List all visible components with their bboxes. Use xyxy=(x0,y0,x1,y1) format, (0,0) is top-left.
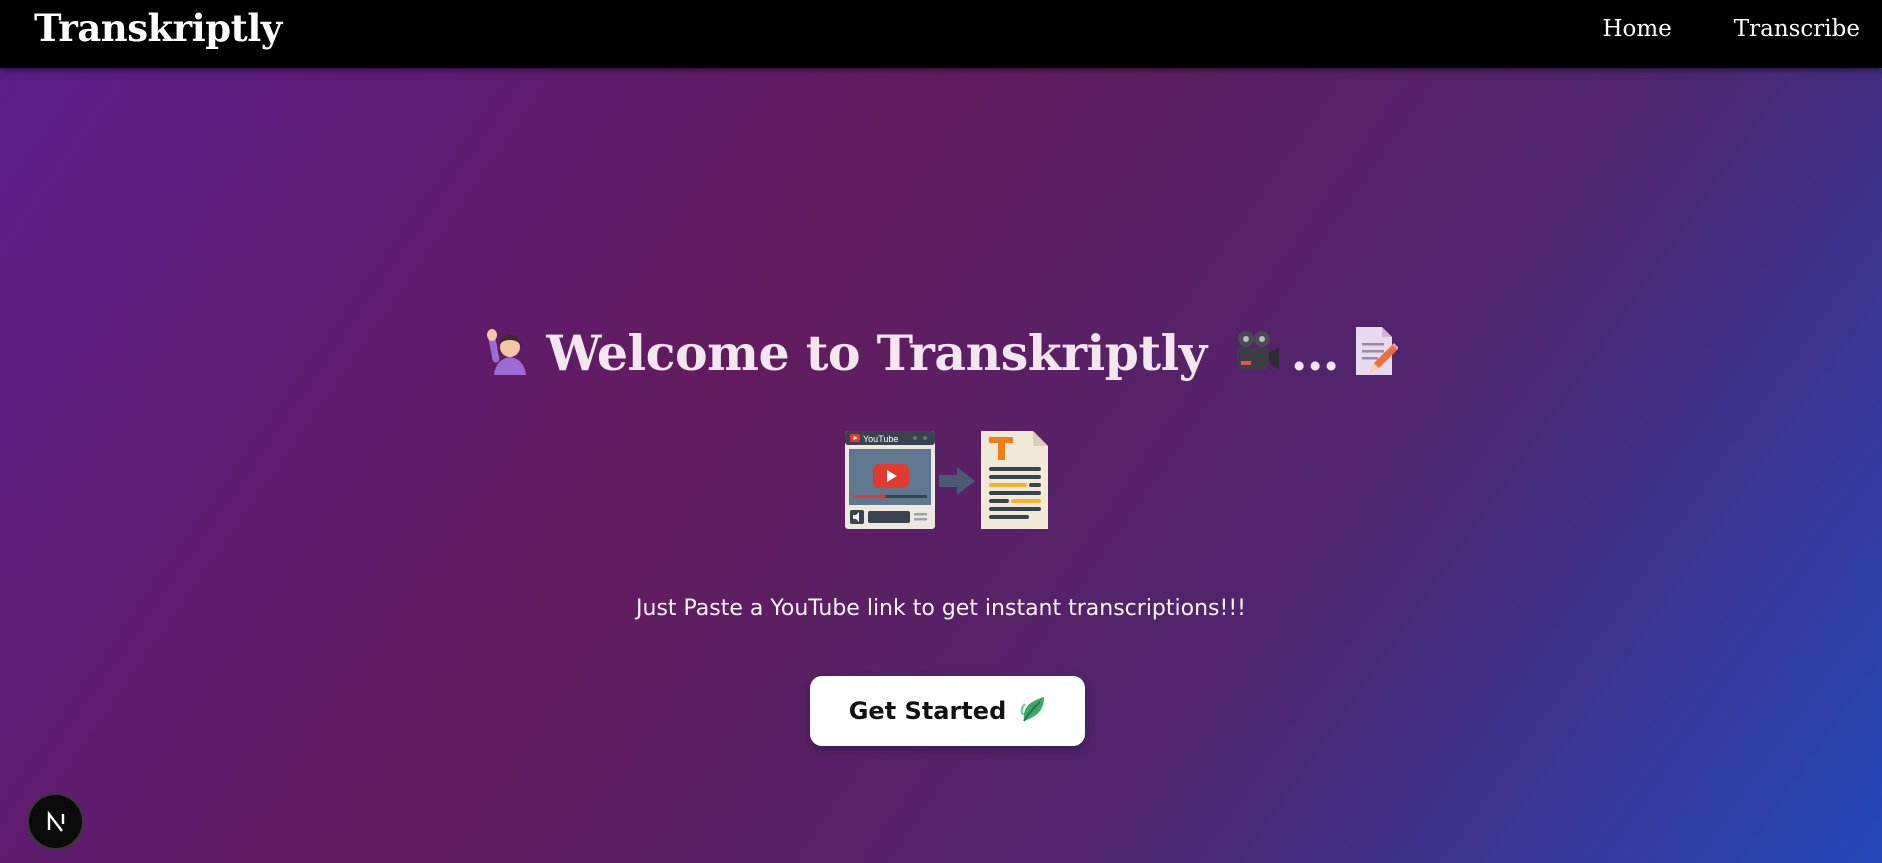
ellipsis-text: … xyxy=(1290,324,1342,382)
hero-tagline: Just Paste a YouTube link to get instant… xyxy=(636,596,1246,621)
text-document-icon xyxy=(981,431,1048,529)
youtube-player-icon: YouTube xyxy=(845,431,935,529)
nav-link-home[interactable]: Home xyxy=(1602,16,1671,42)
hero-title-row: Welcome to Transkriptly … xyxy=(0,320,1882,386)
nav-links: Home Transcribe xyxy=(1602,16,1860,42)
hero: Welcome to Transkriptly … xyxy=(0,320,1882,386)
brand-logo-text[interactable]: Transkriptly xyxy=(34,6,282,50)
memo-pencil-icon xyxy=(1352,325,1399,382)
arrow-right-icon xyxy=(939,467,975,495)
navbar: Transkriptly Home Transcribe xyxy=(0,0,1882,68)
get-started-label: Get Started xyxy=(848,697,1007,725)
get-started-button[interactable]: Get Started xyxy=(810,676,1085,746)
hero-title: Welcome to Transkriptly xyxy=(546,324,1207,382)
youtube-label: YouTube xyxy=(863,434,898,444)
leaf-icon xyxy=(1020,695,1046,728)
nextjs-dev-badge[interactable] xyxy=(27,793,84,850)
person-raising-hand-icon xyxy=(484,325,536,382)
nav-link-transcribe[interactable]: Transcribe xyxy=(1734,16,1860,42)
hero-illustration: YouTube xyxy=(843,430,1053,530)
nextjs-icon xyxy=(47,809,64,832)
movie-camera-icon xyxy=(1231,327,1281,380)
